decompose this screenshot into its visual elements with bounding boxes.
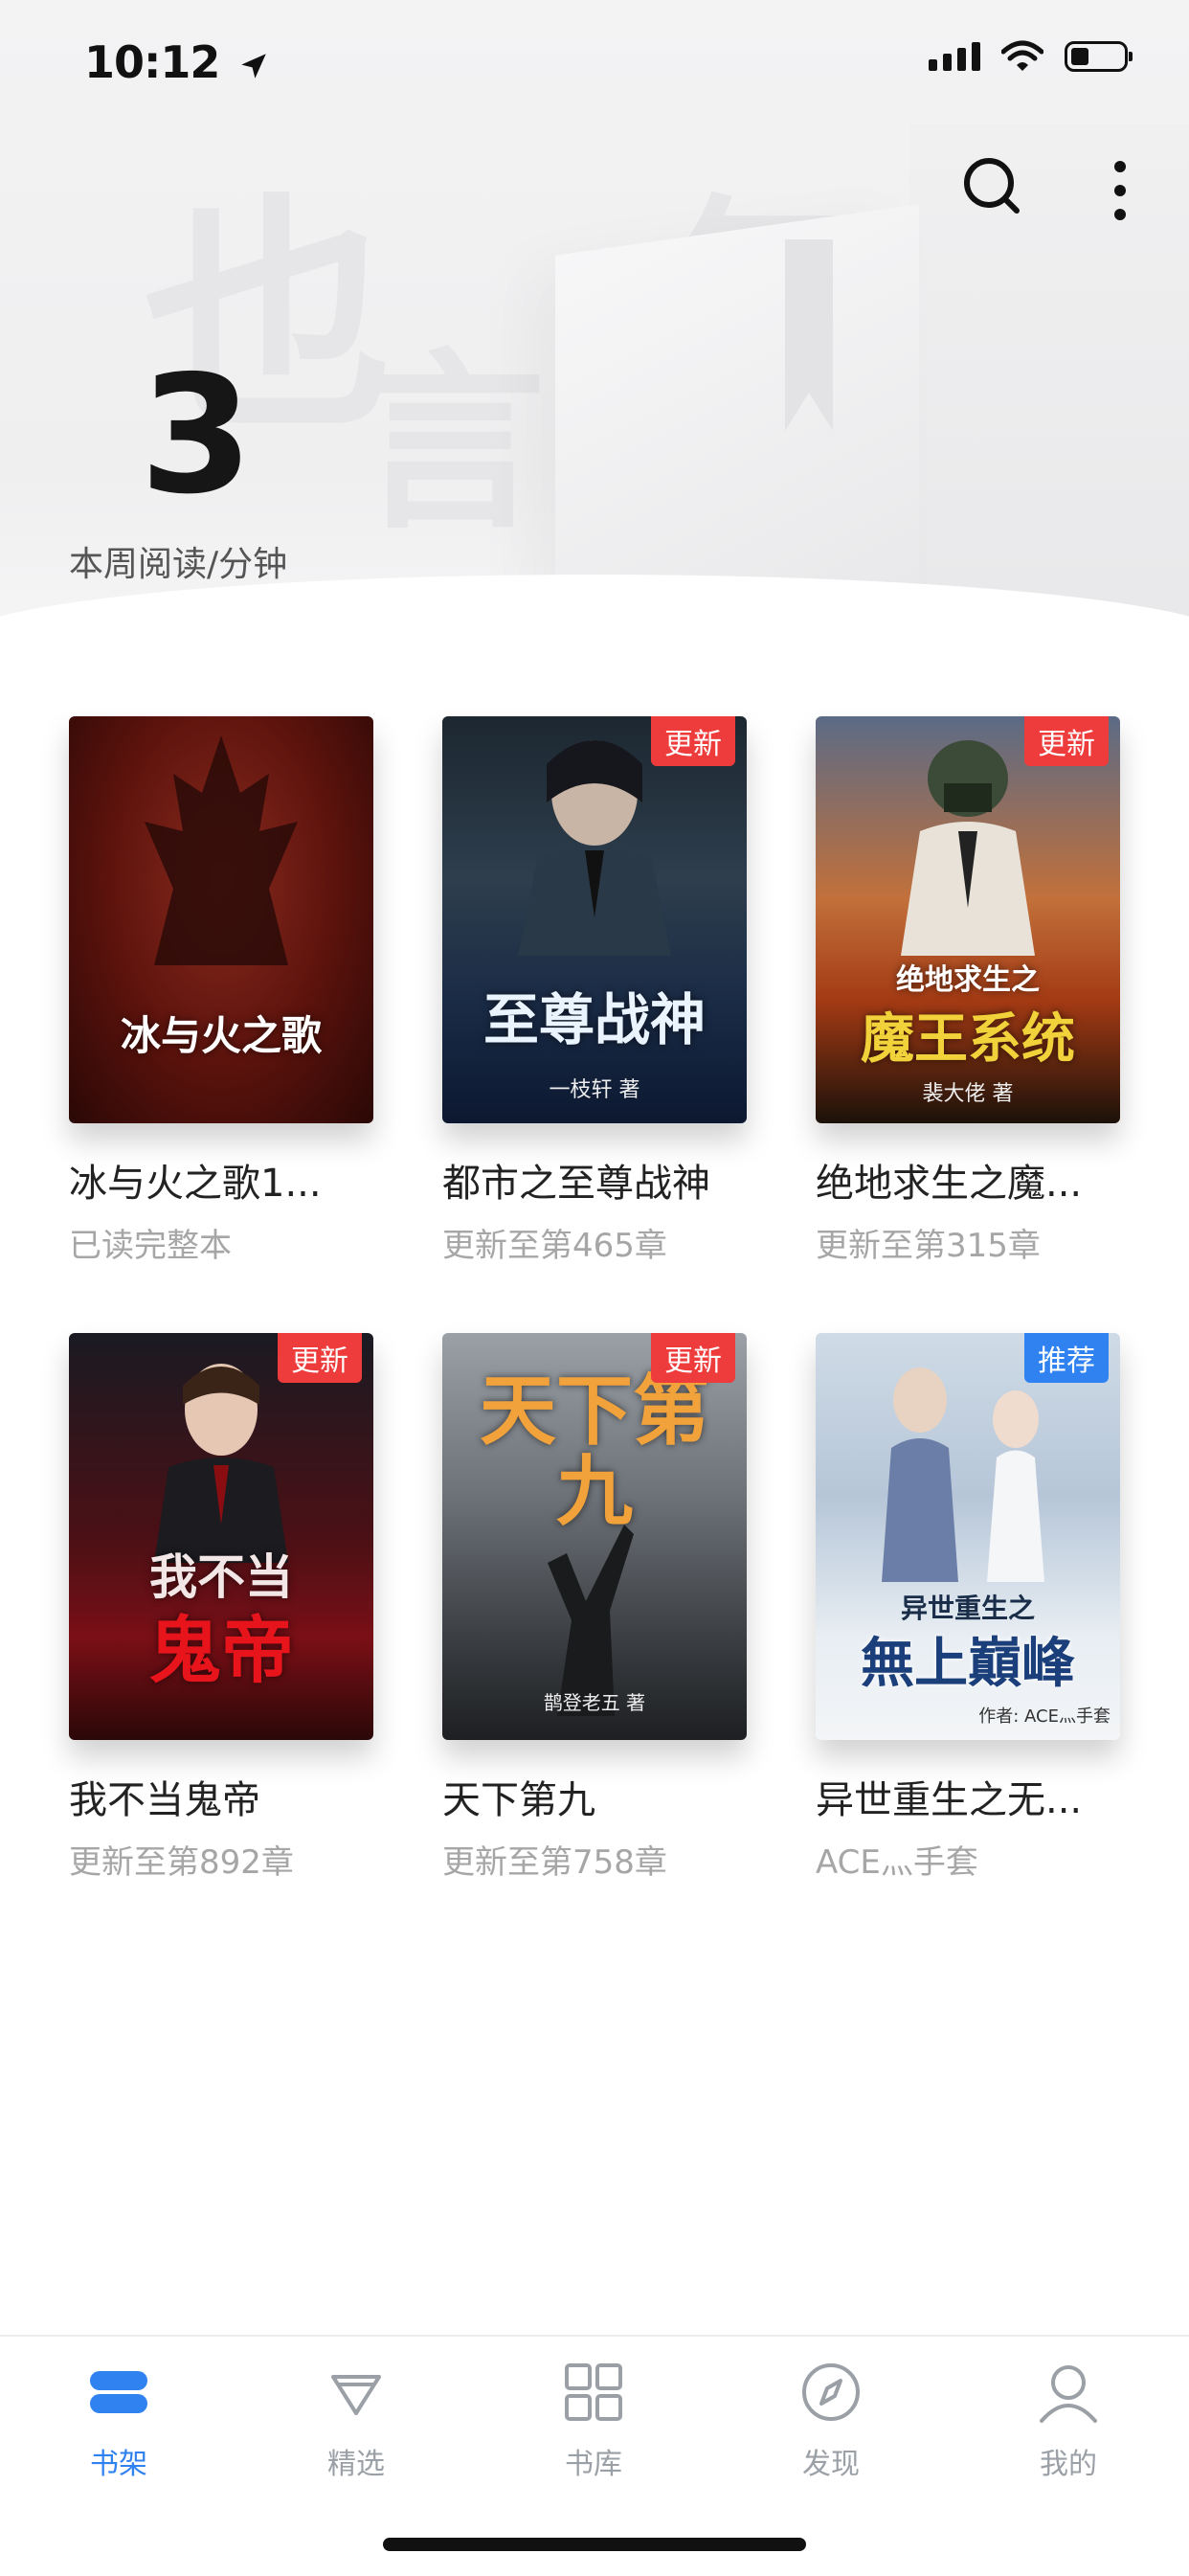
- tab-library[interactable]: 书库: [517, 2358, 670, 2482]
- cover-title: 冰与火之歌: [120, 1012, 322, 1059]
- home-indicator[interactable]: [383, 2538, 806, 2551]
- profile-icon: [1040, 2365, 1097, 2423]
- recommend-badge: 推荐: [1024, 1333, 1109, 1383]
- tab-label: 精选: [327, 2448, 385, 2481]
- book-cover[interactable]: 绝地求生之 魔王系统 裴大佬 著 更新: [816, 716, 1120, 1123]
- book-progress: 更新至第892章: [69, 1843, 294, 1882]
- bookshelf-grid: 冰与火之歌 冰与火之歌1... 已读完整本 至尊战神 一枝轩 著 更新 都市之至…: [69, 716, 1122, 1883]
- book-progress: 更新至第315章: [816, 1227, 1041, 1265]
- iron-throne-art: [145, 735, 298, 965]
- man-portrait-art: [154, 1364, 288, 1563]
- cover-title: 至尊战神: [482, 987, 706, 1052]
- grid-icon: [565, 2363, 622, 2421]
- tab-featured[interactable]: 精选: [280, 2358, 433, 2482]
- bookshelf-icon: [90, 2371, 147, 2413]
- tab-profile[interactable]: 我的: [992, 2358, 1145, 2482]
- tab-label: 书架: [90, 2448, 147, 2481]
- status-time: 10:12: [84, 36, 270, 88]
- cover-subtitle: 绝地求生之: [896, 963, 1040, 997]
- cover-title: 無上巔峰: [861, 1633, 1075, 1695]
- diamond-icon: [331, 2375, 381, 2415]
- cover-title: 天下第九: [480, 1367, 709, 1536]
- battery-icon: [1065, 41, 1133, 72]
- cover-author: 裴大佬 著: [922, 1082, 1014, 1106]
- book-cover[interactable]: 我不当 鬼帝 更新: [69, 1333, 373, 1740]
- more-vertical-icon[interactable]: [1101, 157, 1139, 224]
- tab-bookshelf[interactable]: 书架: [42, 2358, 195, 2482]
- couple-art: [882, 1367, 1044, 1582]
- wifi-icon: [1001, 40, 1043, 71]
- book-card[interactable]: 至尊战神 一枝轩 著 更新 都市之至尊战神 更新至第465章: [442, 716, 747, 1266]
- update-badge: 更新: [651, 1333, 735, 1383]
- book-title: 我不当鬼帝: [69, 1778, 260, 1822]
- book-card[interactable]: 异世重生之 無上巔峰 作者: ACE灬手套 推荐 异世重生之无... ACE灬手…: [816, 1333, 1120, 1883]
- book-progress: 更新至第465章: [442, 1227, 667, 1265]
- book-cover[interactable]: 至尊战神 一枝轩 著 更新: [442, 716, 747, 1123]
- weekly-reading-minutes: 3: [140, 341, 254, 531]
- book-title: 冰与火之歌1...: [69, 1162, 322, 1206]
- compass-icon: [802, 2363, 860, 2421]
- status-indicators: [929, 40, 1133, 73]
- cover-author: 鹊登老五 著: [543, 1691, 646, 1714]
- book-title: 天下第九: [442, 1778, 595, 1822]
- book-card[interactable]: 我不当 鬼帝 更新 我不当鬼帝 更新至第892章: [69, 1333, 373, 1883]
- search-icon[interactable]: [963, 157, 1021, 215]
- update-badge: 更新: [1024, 716, 1109, 766]
- book-author: ACE灬手套: [816, 1843, 978, 1882]
- update-badge: 更新: [278, 1333, 362, 1383]
- weekly-reading-label: 本周阅读/分钟: [69, 545, 288, 584]
- decor-glyph: 言: [354, 330, 547, 555]
- cover-author: 作者: ACE灬手套: [978, 1706, 1110, 1727]
- book-cover[interactable]: 天下第九 鹊登老五 著 更新: [442, 1333, 747, 1740]
- tab-label: 发现: [802, 2448, 860, 2481]
- update-badge: 更新: [651, 716, 735, 766]
- cover-title: 魔王系统: [861, 1008, 1075, 1071]
- book-card[interactable]: 天下第九 鹊登老五 著 更新 天下第九 更新至第758章: [442, 1333, 747, 1883]
- cover-author: 一枝轩 著: [549, 1078, 640, 1102]
- tab-label: 我的: [1040, 2448, 1097, 2481]
- book-progress: 已读完整本: [69, 1227, 232, 1265]
- cellular-signal-icon: [929, 42, 980, 71]
- book-card[interactable]: 冰与火之歌 冰与火之歌1... 已读完整本: [69, 716, 373, 1266]
- book-title: 绝地求生之魔...: [816, 1162, 1083, 1206]
- book-title: 都市之至尊战神: [442, 1162, 710, 1206]
- location-arrow-icon: [241, 53, 267, 79]
- book-title: 异世重生之无...: [816, 1778, 1083, 1822]
- decor-block: [909, 124, 1189, 661]
- book-progress: 更新至第758章: [442, 1843, 667, 1882]
- tab-discover[interactable]: 发现: [754, 2358, 908, 2482]
- book-card[interactable]: 绝地求生之 魔王系统 裴大佬 著 更新 绝地求生之魔... 更新至第315章: [816, 716, 1120, 1266]
- book-cover[interactable]: 异世重生之 無上巔峰 作者: ACE灬手套 推荐: [816, 1333, 1120, 1740]
- book-cover[interactable]: 冰与火之歌: [69, 716, 373, 1123]
- cover-title: 鬼帝: [148, 1608, 294, 1693]
- tab-label: 书库: [565, 2448, 622, 2481]
